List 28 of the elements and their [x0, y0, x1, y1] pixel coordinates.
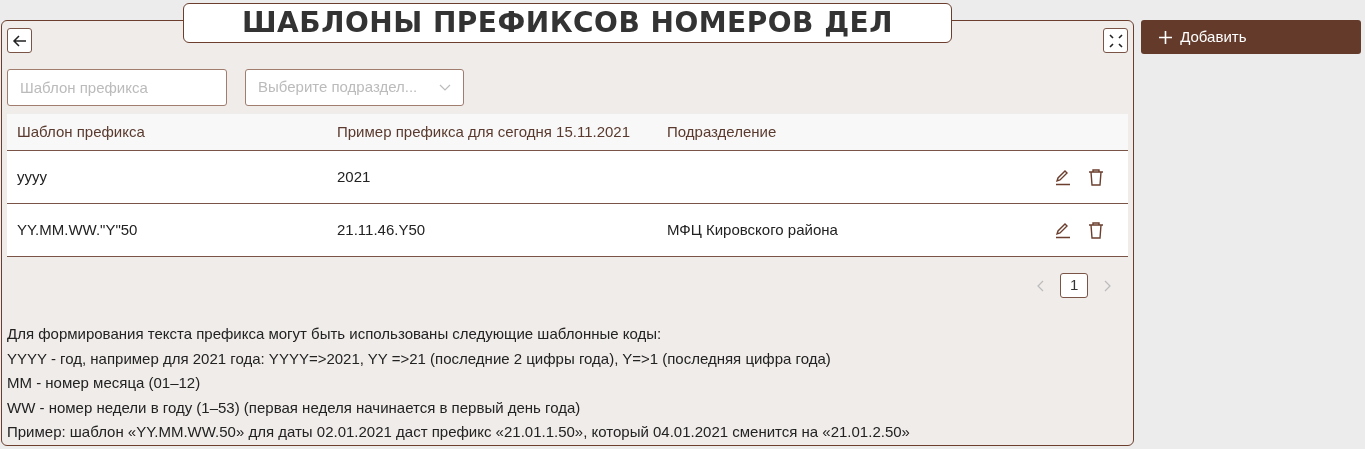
- column-header: Шаблон префикса: [17, 122, 145, 140]
- table-cell: yyyy: [17, 167, 47, 185]
- collapse-icon: [1108, 33, 1123, 48]
- help-text: YYYY - год, например для 2021 года: YYYY=>2021, YY =>21 (последние 2 цифры года), Y=>1 (последняя цифра года): [7, 349, 831, 367]
- select-placeholder: Выберите подраздел...: [258, 77, 418, 98]
- plus-icon: [1159, 30, 1173, 44]
- page-title: ШАБЛОНЫ ПРЕФИКСОВ НОМЕРОВ ДЕЛ: [183, 3, 952, 43]
- help-text: WW - номер недели в году (1–53) (первая неделя начинается в первый день года): [7, 398, 581, 416]
- back-button[interactable]: [7, 28, 32, 53]
- chevron-down-icon: [439, 83, 451, 92]
- help-text: Пример: шаблон «YY.MM.WW.50» для даты 02.01.2021 даст префикс «21.01.1.50», который 04.01.2021 сменится на «21.01.2.50»: [7, 423, 910, 440]
- template-filter-field[interactable]: Шаблон префикса: [7, 69, 227, 106]
- help-text: MM - номер месяца (01–12): [7, 374, 201, 391]
- table-cell: YY.MM.WW."Y"50: [17, 220, 138, 238]
- trash-icon[interactable]: [1088, 168, 1105, 186]
- help-text: Для формирования текста префикса могут быть использованы следующие шаблонные коды:: [7, 325, 662, 342]
- table-cell: 21.11.46.Y50: [337, 220, 426, 238]
- add-button[interactable]: Добавить: [1141, 20, 1361, 54]
- fullscreen-button[interactable]: [1103, 28, 1129, 53]
- column-header: Подразделение: [667, 122, 777, 140]
- pencil-icon[interactable]: [1054, 221, 1073, 239]
- trash-icon[interactable]: [1088, 221, 1105, 239]
- pencil-icon[interactable]: [1054, 168, 1073, 186]
- table-cell: 2021: [337, 167, 371, 185]
- column-header: Пример префикса для сегодня 15.11.2021: [337, 122, 630, 140]
- table-cell: МФЦ Кировского района: [667, 220, 838, 238]
- arrow-left-icon: [11, 32, 28, 49]
- page-button[interactable]: 1: [1060, 273, 1089, 298]
